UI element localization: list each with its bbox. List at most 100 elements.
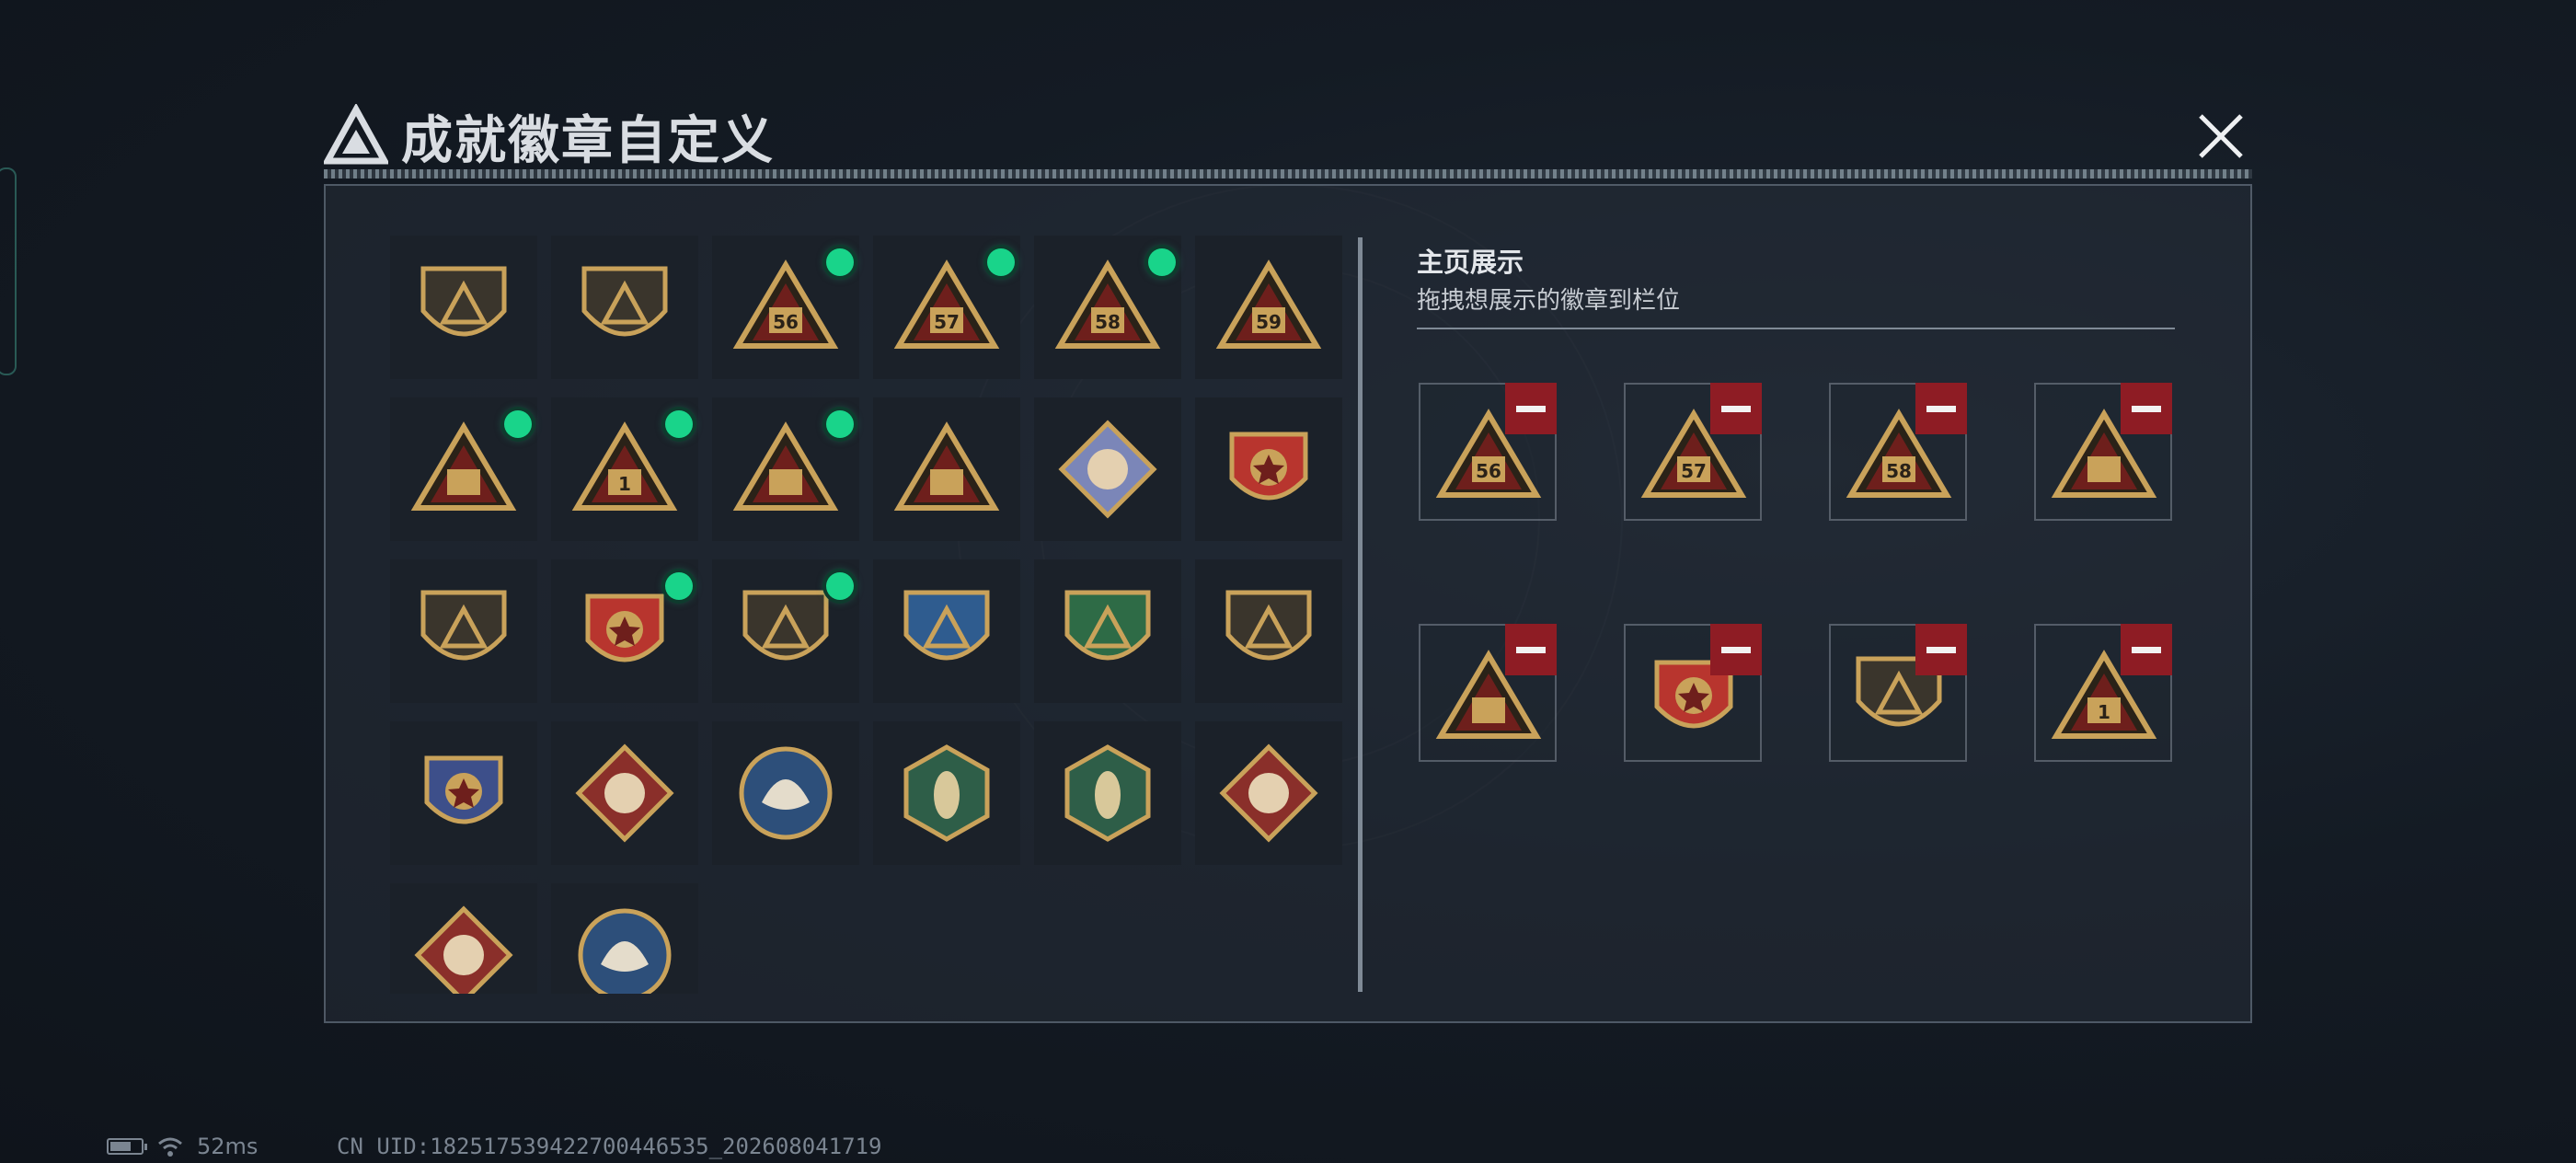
- game-logo-icon: [324, 104, 388, 165]
- remove-badge-button[interactable]: [1915, 624, 1967, 675]
- dialog-title: 成就徽章自定义: [401, 110, 775, 171]
- squad-triangle-badge-icon: [732, 421, 839, 511]
- showcase-slot-5[interactable]: [1419, 624, 1557, 762]
- sniper-green-shield-badge-icon: [1064, 590, 1151, 661]
- badge-cell-eagle-circle-badge[interactable]: [712, 721, 859, 865]
- dragon-diamond-badge-icon: [1219, 743, 1318, 843]
- wifi-icon: [158, 1137, 182, 1157]
- showcase-slot-7[interactable]: [1829, 624, 1967, 762]
- season-56-badge-icon: 56: [732, 259, 839, 349]
- badge-cell-gem-shield-badge[interactable]: [712, 559, 859, 703]
- svg-text:57: 57: [1681, 460, 1707, 482]
- badge-cell-season-58-badge[interactable]: 58: [1034, 236, 1181, 379]
- showcase-slot-6[interactable]: [1624, 624, 1762, 762]
- svg-text:56: 56: [773, 311, 799, 333]
- svg-text:1: 1: [2098, 701, 2110, 723]
- showcase-title: 主页展示: [1417, 247, 1524, 278]
- wolf-diamond-badge-icon: [575, 743, 674, 843]
- svg-text:56: 56: [1476, 460, 1501, 482]
- side-drawer-tab[interactable]: [0, 167, 17, 375]
- equipped-dot-icon: [826, 410, 854, 438]
- svg-text:1: 1: [618, 473, 631, 495]
- badge-cell-lynx-circle-badge[interactable]: [551, 883, 698, 994]
- runner-diamond-badge-icon: [414, 905, 513, 994]
- battery-icon: [107, 1138, 147, 1155]
- badge-cell-eggs-triangle-badge[interactable]: [390, 397, 537, 541]
- showcase-slot-3[interactable]: 58: [1829, 383, 1967, 521]
- showcase-subtitle: 拖拽想展示的徽章到栏位: [1417, 287, 1681, 315]
- badge-cell-triangle-logo-shield-badge[interactable]: [390, 236, 537, 379]
- dialog-header: 成就徽章自定义: [324, 98, 775, 175]
- badge-cell-runner-diamond-badge[interactable]: [390, 883, 537, 994]
- showcase-slot-2[interactable]: 57: [1624, 383, 1762, 521]
- svg-text:58: 58: [1095, 311, 1121, 333]
- ping-text: 52ms: [197, 1134, 259, 1159]
- rocket-triangle-badge-icon: [893, 421, 1000, 511]
- wasp-hexagon-badge-icon: [903, 744, 990, 842]
- season-59-badge-icon: 59: [1215, 259, 1322, 349]
- close-icon[interactable]: [2190, 105, 2252, 167]
- badge-cell-season-56-badge[interactable]: 56: [712, 236, 859, 379]
- winged-medal-badge-icon: [585, 593, 664, 662]
- badge-cell-dragon-diamond-badge[interactable]: [1195, 721, 1342, 865]
- triangle-logo-shield-badge-icon: [420, 266, 507, 337]
- rifle-shield-badge-icon: [1225, 590, 1312, 661]
- uid-text: CN UID:18251753942270044653­5_2026080417…: [337, 1134, 882, 1159]
- remove-badge-button[interactable]: [2121, 383, 2172, 434]
- badge-cell-star-medal-badge[interactable]: [1195, 397, 1342, 541]
- grid-scrollbar[interactable]: [1358, 237, 1363, 992]
- badge-cell-sniper-blue-shield-badge[interactable]: [873, 559, 1020, 703]
- wasp-hexagon-badge-2-icon: [1064, 744, 1151, 842]
- badge-cell-rank-shield-badge[interactable]: [390, 559, 537, 703]
- badge-cell-wolf-diamond-badge[interactable]: [551, 721, 698, 865]
- equipped-dot-icon: [504, 410, 532, 438]
- showcase-divider: [1417, 328, 2175, 329]
- gem-shield-badge-icon: [742, 590, 829, 661]
- remove-badge-button[interactable]: [2121, 624, 2172, 675]
- rifles-crest-badge-icon: [424, 755, 503, 824]
- remove-badge-button[interactable]: [1505, 624, 1557, 675]
- status-bar: 52ms: [107, 1134, 258, 1159]
- badge-cell-helicopter-shield-badge[interactable]: [551, 236, 698, 379]
- rose-diamond-badge-icon: [1058, 420, 1157, 519]
- eggs-triangle-badge-icon: [410, 421, 517, 511]
- season-58-badge-icon: 58: [1054, 259, 1161, 349]
- remove-badge-button[interactable]: [1710, 383, 1762, 434]
- badge-cell-sniper-green-shield-badge[interactable]: [1034, 559, 1181, 703]
- number-one-triangle-badge-icon: 1: [571, 421, 678, 511]
- star-medal-badge-icon: [1229, 432, 1308, 501]
- remove-badge-button[interactable]: [1915, 383, 1967, 434]
- svg-text:58: 58: [1886, 460, 1912, 482]
- remove-badge-button[interactable]: [1505, 383, 1557, 434]
- badge-cell-number-one-triangle-badge[interactable]: 1: [551, 397, 698, 541]
- badge-cell-rose-diamond-badge[interactable]: [1034, 397, 1181, 541]
- badge-collection-grid[interactable]: 56 57 58 59 1: [390, 236, 1347, 994]
- badge-cell-rifles-crest-badge[interactable]: [390, 721, 537, 865]
- lynx-circle-badge-icon: [578, 908, 672, 994]
- badge-cell-rifle-shield-badge[interactable]: [1195, 559, 1342, 703]
- title-divider: [324, 169, 2252, 178]
- showcase-slot-1[interactable]: 56: [1419, 383, 1557, 521]
- equipped-dot-icon: [665, 572, 693, 600]
- badge-cell-wasp-hexagon-badge-2[interactable]: [1034, 721, 1181, 865]
- sniper-blue-shield-badge-icon: [903, 590, 990, 661]
- rank-shield-badge-icon: [420, 590, 507, 661]
- season-57-badge-icon: 57: [893, 259, 1000, 349]
- showcase-slot-4[interactable]: [2034, 383, 2172, 521]
- equipped-dot-icon: [1148, 248, 1176, 276]
- equipped-dot-icon: [826, 248, 854, 276]
- remove-badge-button[interactable]: [1710, 624, 1762, 675]
- badge-cell-winged-medal-badge[interactable]: [551, 559, 698, 703]
- equipped-dot-icon: [826, 572, 854, 600]
- svg-text:57: 57: [934, 311, 960, 333]
- helicopter-shield-badge-icon: [581, 266, 668, 337]
- equipped-dot-icon: [665, 410, 693, 438]
- showcase-slot-8[interactable]: 1: [2034, 624, 2172, 762]
- equipped-dot-icon: [987, 248, 1015, 276]
- eagle-circle-badge-icon: [739, 746, 833, 840]
- badge-cell-wasp-hexagon-badge[interactable]: [873, 721, 1020, 865]
- badge-cell-season-59-badge[interactable]: 59: [1195, 236, 1342, 379]
- badge-cell-season-57-badge[interactable]: 57: [873, 236, 1020, 379]
- badge-cell-squad-triangle-badge[interactable]: [712, 397, 859, 541]
- badge-cell-rocket-triangle-badge[interactable]: [873, 397, 1020, 541]
